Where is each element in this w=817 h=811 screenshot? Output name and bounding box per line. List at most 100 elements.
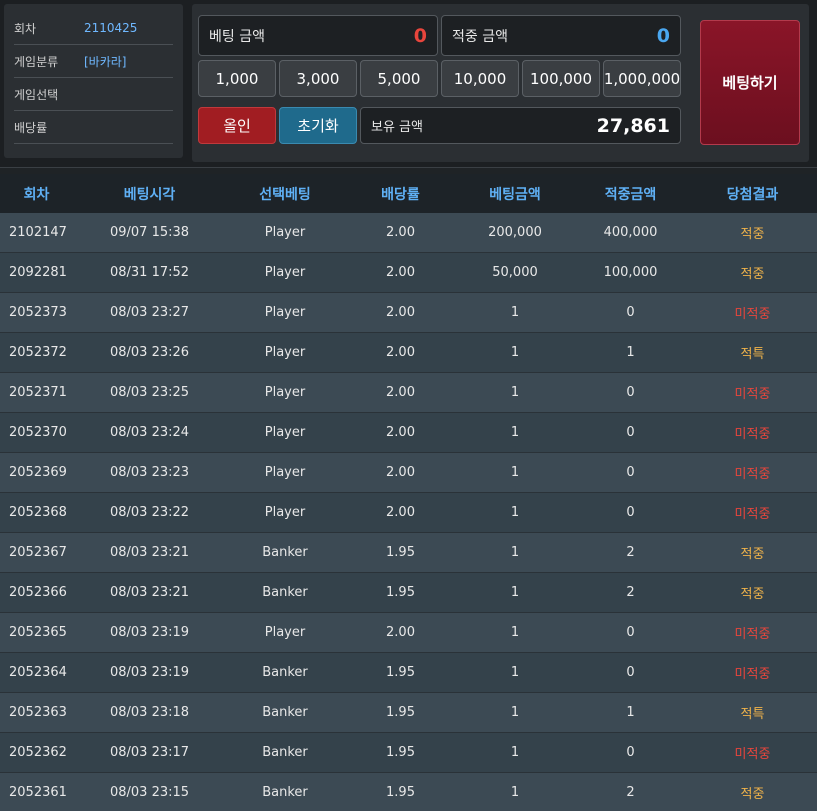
bet-amount-display: 베팅 금액 0 <box>198 15 438 56</box>
round-label: 회차 <box>14 21 37 36</box>
cell-bet-amount: 1 <box>510 745 520 760</box>
cell-round: 2052361 <box>9 785 67 800</box>
cell-selection: Banker <box>262 785 308 800</box>
chip-3000-button[interactable]: 3,000 <box>279 60 357 97</box>
win-amount-display: 적중 금액 0 <box>441 15 681 56</box>
cell-result: 미적중 <box>734 427 771 442</box>
cell-round: 2102147 <box>9 225 67 240</box>
balance-display: 보유 금액 27,861 <box>360 107 681 144</box>
cell-round: 2092281 <box>9 265 67 280</box>
cell-odds: 2.00 <box>386 625 415 640</box>
info-row-round: 회차 2110425 <box>14 12 173 45</box>
table-row: 2052365 08/03 23:19 Player 2.00 1 0 미적중 <box>0 613 817 653</box>
chip-10000-button[interactable]: 10,000 <box>441 60 519 97</box>
table-row: 2052361 08/03 23:15 Banker 1.95 1 2 적중 <box>0 773 817 811</box>
table-row: 2052368 08/03 23:22 Player 2.00 1 0 미적중 <box>0 493 817 533</box>
cell-round: 2052365 <box>9 625 67 640</box>
cell-selection: Player <box>264 225 306 240</box>
cell-selection: Player <box>264 425 306 440</box>
cell-bet-amount: 1 <box>510 425 520 440</box>
cell-bet-time: 08/03 23:22 <box>109 505 190 520</box>
cell-win-amount: 0 <box>626 625 635 640</box>
all-in-button[interactable]: 올인 <box>198 107 276 144</box>
cell-bet-amount: 1 <box>510 665 520 680</box>
win-amount-value: 0 <box>656 24 670 47</box>
header-odds: 배당률 <box>381 186 420 203</box>
cell-result: 적특 <box>740 707 765 722</box>
cell-win-amount: 100,000 <box>603 265 658 280</box>
cell-selection: Player <box>264 465 306 480</box>
cell-bet-time: 08/03 23:26 <box>109 345 190 360</box>
reset-button[interactable]: 초기화 <box>279 107 357 144</box>
cell-win-amount: 0 <box>626 385 635 400</box>
cell-selection: Player <box>264 505 306 520</box>
cell-selection: Banker <box>262 585 308 600</box>
cell-odds: 2.00 <box>386 505 415 520</box>
cell-win-amount: 2 <box>626 785 635 800</box>
cell-result: 적중 <box>740 267 765 282</box>
place-bet-button[interactable]: 베팅하기 <box>700 20 800 145</box>
cell-result: 적중 <box>740 587 765 602</box>
cell-round: 2052370 <box>9 425 67 440</box>
cell-win-amount: 0 <box>626 505 635 520</box>
cell-bet-time: 08/03 23:27 <box>109 305 190 320</box>
table-body: 2102147 09/07 15:38 Player 2.00 200,000 400,0… <box>0 213 817 811</box>
bet-history-table: 회차 베팅시각 선택베팅 배당률 베팅금액 적중금액 당첨결과 2102147 0… <box>0 174 817 811</box>
header-result: 당첨결과 <box>726 186 779 203</box>
cell-bet-amount: 1 <box>510 385 520 400</box>
cell-selection: Banker <box>262 705 308 720</box>
bet-controls: 베팅 금액 0 적중 금액 0 1,000 3,000 5,000 10,000… <box>192 4 809 162</box>
table-row: 2052373 08/03 23:27 Player 2.00 1 0 미적중 <box>0 293 817 333</box>
cell-odds: 1.95 <box>386 545 415 560</box>
cell-bet-time: 09/07 15:38 <box>109 225 190 240</box>
cell-odds: 1.95 <box>386 665 415 680</box>
cell-result: 미적중 <box>734 307 771 322</box>
chip-100000-button[interactable]: 100,000 <box>522 60 600 97</box>
cell-odds: 2.00 <box>386 425 415 440</box>
header-selection: 선택베팅 <box>259 186 311 203</box>
cell-selection: Player <box>264 625 306 640</box>
cell-bet-time: 08/03 23:19 <box>109 625 190 640</box>
cell-bet-amount: 1 <box>510 345 520 360</box>
chip-5000-button[interactable]: 5,000 <box>360 60 438 97</box>
cell-bet-amount: 1 <box>510 305 520 320</box>
cell-win-amount: 2 <box>626 545 635 560</box>
info-row-category: 게임분류 [바카라] <box>14 45 173 78</box>
cell-win-amount: 0 <box>626 665 635 680</box>
cell-odds: 2.00 <box>386 345 415 360</box>
cell-result: 미적중 <box>734 667 771 682</box>
cell-odds: 2.00 <box>386 305 415 320</box>
cell-round: 2052364 <box>9 665 67 680</box>
balance-label: 보유 금액 <box>371 120 423 135</box>
info-row-select: 게임선택 <box>14 78 173 111</box>
table-row: 2052370 08/03 23:24 Player 2.00 1 0 미적중 <box>0 413 817 453</box>
chip-1000-button[interactable]: 1,000 <box>198 60 276 97</box>
table-row: 2052367 08/03 23:21 Banker 1.95 1 2 적중 <box>0 533 817 573</box>
cell-bet-time: 08/03 23:21 <box>109 585 190 600</box>
cell-selection: Banker <box>262 545 308 560</box>
cell-result: 적중 <box>740 227 765 242</box>
table-row: 2052371 08/03 23:25 Player 2.00 1 0 미적중 <box>0 373 817 413</box>
table-row: 2052364 08/03 23:19 Banker 1.95 1 0 미적중 <box>0 653 817 693</box>
cell-selection: Player <box>264 345 306 360</box>
bet-amount-value: 0 <box>413 24 427 47</box>
game-info-panel: 회차 2110425 게임분류 [바카라] 게임선택 배당률 <box>4 4 183 158</box>
chip-1000000-button[interactable]: 1,000,000 <box>603 60 681 97</box>
round-value: 2110425 <box>84 21 138 35</box>
category-label: 게임분류 <box>14 54 59 69</box>
cell-result: 미적중 <box>734 747 771 762</box>
cell-bet-amount: 1 <box>510 785 520 800</box>
table-header: 회차 베팅시각 선택베팅 배당률 베팅금액 적중금액 당첨결과 <box>0 174 817 213</box>
cell-result: 미적중 <box>734 507 771 522</box>
cell-win-amount: 0 <box>626 305 635 320</box>
cell-win-amount: 0 <box>626 745 635 760</box>
cell-selection: Player <box>264 305 306 320</box>
cell-round: 2052371 <box>9 385 67 400</box>
cell-win-amount: 1 <box>626 705 635 720</box>
cell-odds: 1.95 <box>386 785 415 800</box>
cell-bet-amount: 1 <box>510 545 520 560</box>
cell-bet-time: 08/03 23:24 <box>109 425 190 440</box>
select-label: 게임선택 <box>14 87 59 102</box>
cell-bet-time: 08/03 23:23 <box>109 465 190 480</box>
cell-round: 2052362 <box>9 745 67 760</box>
